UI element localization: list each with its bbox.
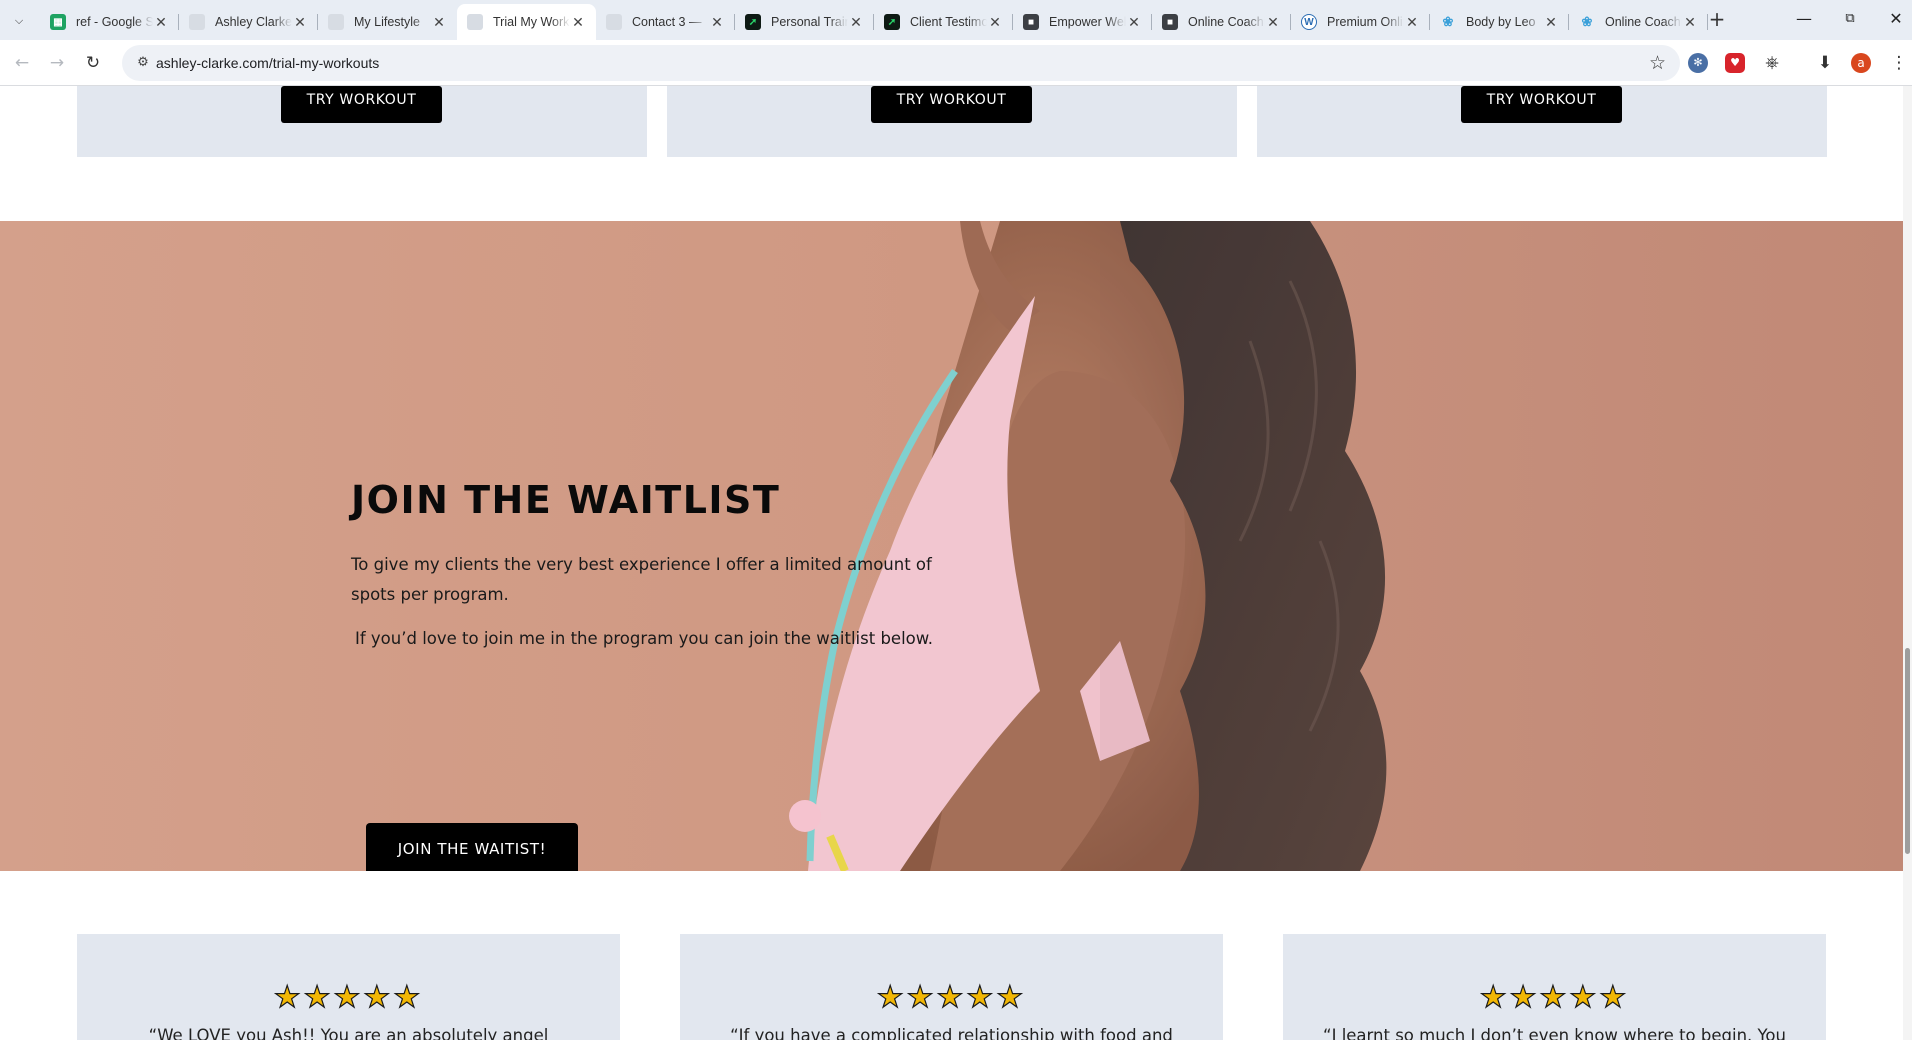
tab-premium-online[interactable]: W Premium Online ✕ <box>1291 4 1430 40</box>
five-star-rating-icon: ★★★★★ <box>876 979 1027 1015</box>
tab-title: Online Coaching <box>1188 15 1265 29</box>
tab-title: Empower Wellness <box>1049 15 1126 29</box>
reload-icon[interactable]: ↻ <box>81 51 105 75</box>
extensions-puzzle-icon[interactable]: ⎈ <box>1762 53 1782 73</box>
tab-personal-trainer[interactable]: ➚ Personal Trainer ✕ <box>735 4 874 40</box>
waitlist-hero-section: JOIN THE WAITLIST To give my clients the… <box>0 221 1903 871</box>
box-icon: ■ <box>1023 14 1039 30</box>
site-settings-icon[interactable]: ⚙ <box>134 54 152 72</box>
close-tab-icon[interactable]: ✕ <box>292 14 308 31</box>
close-tab-icon[interactable]: ✕ <box>1682 14 1698 31</box>
tab-contact-3[interactable]: Contact 3 — ✕ <box>596 4 735 40</box>
tab-title: Personal Trainer <box>771 15 848 29</box>
leaf-icon: ❀ <box>1442 14 1454 29</box>
new-tab-plus-icon[interactable]: + <box>1705 8 1729 32</box>
window-close-icon[interactable]: ✕ <box>1884 8 1908 32</box>
waitlist-paragraph-line1: To give my clients the very best experie… <box>351 555 932 574</box>
review-card: ★★★★★ “I learnt so much I don’t even kno… <box>1283 934 1826 1040</box>
box-icon: ■ <box>1162 14 1178 30</box>
try-workout-button[interactable]: TRY WORKOUT <box>871 86 1032 123</box>
blank-page-icon <box>328 14 344 30</box>
review-quote: “I learnt so much I don’t even know wher… <box>1323 1026 1786 1040</box>
page-scrollbar[interactable] <box>1903 86 1912 1040</box>
page-content: TRY WORKOUT TRY WORKOUT TRY WORKOUT JOIN… <box>0 86 1903 1040</box>
waitlist-paragraph-line2: spots per program. <box>351 585 509 604</box>
tab-title: Online Coaching <box>1605 15 1682 29</box>
tab-online-coaching[interactable]: ■ Online Coaching ✕ <box>1152 4 1291 40</box>
close-tab-icon[interactable]: ✕ <box>709 14 725 31</box>
tab-title: Ashley Clarke <box>215 15 292 29</box>
close-tab-icon[interactable]: ✕ <box>848 14 864 31</box>
try-workout-button[interactable]: TRY WORKOUT <box>1461 86 1622 123</box>
close-tab-icon[interactable]: ✕ <box>431 14 447 31</box>
tab-search-chevron-icon[interactable]: ⌵ <box>8 10 30 32</box>
workout-card: TRY WORKOUT <box>77 86 647 157</box>
downloads-icon[interactable]: ⬇ <box>1815 53 1835 73</box>
five-star-rating-icon: ★★★★★ <box>1479 979 1630 1015</box>
address-bar[interactable]: ⚙ ashley-clarke.com/trial-my-workouts ☆ <box>122 45 1680 81</box>
tab-title: Trial My Workouts <box>493 15 570 29</box>
close-tab-icon[interactable]: ✕ <box>1543 14 1559 31</box>
review-quote: “If you have a complicated relationship … <box>730 1026 1173 1040</box>
close-tab-icon[interactable]: ✕ <box>987 14 1003 31</box>
tab-online-coaching-2[interactable]: ❀ Online Coaching ✕ <box>1569 4 1708 40</box>
browser-toolbar: ← → ↻ ⚙ ashley-clarke.com/trial-my-worko… <box>0 40 1912 86</box>
chart-icon: ➚ <box>884 14 900 30</box>
leaf-icon: ❀ <box>1581 14 1593 29</box>
waitlist-title: JOIN THE WAITLIST <box>351 478 781 522</box>
tab-ref-google-sheets[interactable]: ▦ ref - Google Sheets ✕ <box>40 4 179 40</box>
chart-icon: ➚ <box>745 14 761 30</box>
kebab-menu-icon[interactable]: ⋮ <box>1889 53 1909 73</box>
review-card: ★★★★★ “We LOVE you Ash!! You are an abso… <box>77 934 620 1040</box>
close-tab-icon[interactable]: ✕ <box>1404 14 1420 31</box>
close-tab-icon[interactable]: ✕ <box>1265 14 1281 31</box>
review-card: ★★★★★ “If you have a complicated relatio… <box>680 934 1223 1040</box>
tab-body-by-leo[interactable]: ❀ Body by Leo ✕ <box>1430 4 1569 40</box>
tab-title: Client Testimonials <box>910 15 987 29</box>
blank-page-icon <box>189 14 205 30</box>
extension-shield-icon[interactable]: ♥ <box>1725 53 1745 73</box>
close-tab-icon[interactable]: ✕ <box>153 14 169 31</box>
back-arrow-icon[interactable]: ← <box>10 51 34 75</box>
waitlist-paragraph2: If you’d love to join me in the program … <box>355 629 933 648</box>
workout-card: TRY WORKOUT <box>1257 86 1827 157</box>
profile-avatar[interactable]: a <box>1851 53 1871 73</box>
wordpress-icon: W <box>1301 14 1317 30</box>
sheets-icon: ▦ <box>50 14 66 30</box>
tab-title: Body by Leo <box>1466 15 1536 29</box>
blank-page-icon <box>467 14 483 30</box>
scrollbar-thumb[interactable] <box>1905 648 1910 854</box>
tab-client-testimonials[interactable]: ➚ Client Testimonials ✕ <box>874 4 1013 40</box>
url-text[interactable]: ashley-clarke.com/trial-my-workouts <box>156 55 379 71</box>
five-star-rating-icon: ★★★★★ <box>273 979 424 1015</box>
blank-page-icon <box>606 14 622 30</box>
tab-my-lifestyle[interactable]: My Lifestyle ✕ <box>318 4 457 40</box>
woman-photo-illustration <box>789 221 1903 871</box>
tab-title: My Lifestyle <box>354 15 420 29</box>
restore-icon[interactable]: ⧉ <box>1838 8 1862 32</box>
tab-title: Premium Online <box>1327 15 1404 29</box>
close-tab-icon[interactable]: ✕ <box>1126 14 1142 31</box>
tab-list: ▦ ref - Google Sheets ✕ Ashley Clarke ✕ … <box>40 4 1708 40</box>
close-tab-icon[interactable]: ✕ <box>570 14 586 31</box>
workout-card: TRY WORKOUT <box>667 86 1237 157</box>
tab-ashley-clarke[interactable]: Ashley Clarke ✕ <box>179 4 318 40</box>
try-workout-button[interactable]: TRY WORKOUT <box>281 86 442 123</box>
tab-empower-wellness[interactable]: ■ Empower Wellness ✕ <box>1013 4 1152 40</box>
forward-arrow-icon[interactable]: → <box>45 51 69 75</box>
bookmark-star-icon[interactable]: ☆ <box>1649 52 1666 74</box>
tab-title: Contact 3 — <box>632 15 702 29</box>
minimize-icon[interactable]: — <box>1792 8 1816 32</box>
tab-strip: ⌵ ▦ ref - Google Sheets ✕ Ashley Clarke … <box>0 0 1912 40</box>
tab-trial-my-workouts[interactable]: Trial My Workouts ✕ <box>457 4 596 40</box>
join-waitlist-button[interactable]: JOIN THE WAITIST! <box>366 823 578 871</box>
extension-globe-icon[interactable]: ✻ <box>1688 53 1708 73</box>
review-quote: “We LOVE you Ash!! You are an absolutely… <box>148 1026 549 1040</box>
tab-title: ref - Google Sheets <box>76 15 153 29</box>
